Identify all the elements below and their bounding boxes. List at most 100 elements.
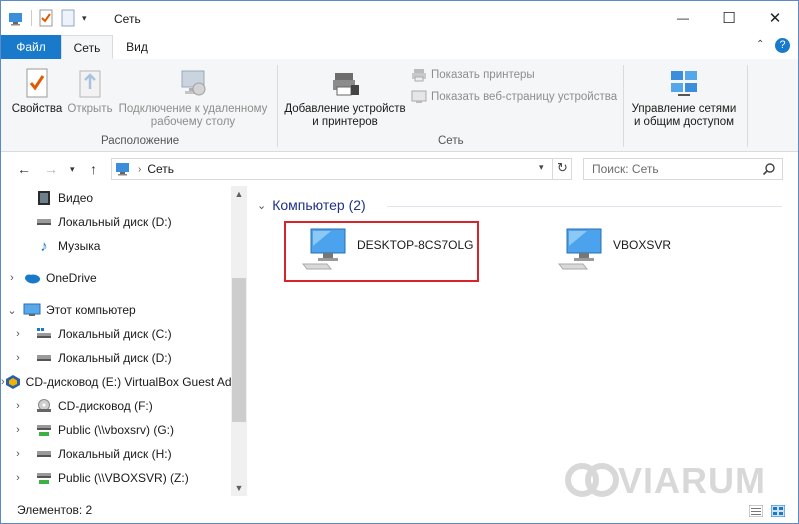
nav-label: Локальный диск (C:) [58,327,172,341]
nav-label: Public (\\VBOXSVR) (Z:) [58,471,189,485]
open-icon [79,70,101,98]
search-input[interactable]: Поиск: Сеть [592,162,762,176]
nav-scrollbar[interactable]: ▲ ▼ [231,186,247,496]
open-button[interactable]: Открыть [65,67,115,116]
address-divider [552,159,553,179]
nav-item-public-g[interactable]: › Public (\\vboxsrv) (G:) [1,419,231,441]
breadcrumb-separator-icon: › [138,163,142,175]
large-icons-view-icon[interactable] [771,505,785,517]
address-dropdown-icon[interactable]: ▾ [539,162,544,173]
remote-desktop-label-1: Подключение к удаленному [118,103,268,115]
details-view-icon[interactable] [749,505,763,517]
show-printers-label: Показать принтеры [431,69,535,81]
nav-label: Этот компьютер [46,303,136,317]
nav-item-local-disk-d[interactable]: Локальный диск (D:) [1,211,231,233]
search-icon[interactable] [762,162,776,176]
help-icon[interactable]: ? [775,38,790,53]
expand-chevron-icon[interactable]: › [1,448,35,460]
network-sharing-center-button[interactable]: Управление сетями и общим доступом [627,67,741,129]
music-icon: ♪ [40,237,48,255]
computer-item-vboxsvr[interactable]: VBOXSVR [557,226,671,270]
drive-icon [35,214,53,230]
qat-dropdown-icon[interactable]: ▾ [82,13,87,24]
add-devices-label-1: Добавление устройств [284,103,406,115]
nav-item-local-disk-h[interactable]: › Локальный диск (H:) [1,443,231,465]
tab-network[interactable]: Сеть [61,35,113,59]
address-field[interactable]: › Сеть ▾ ↻ [111,158,572,180]
show-device-page-label: Показать веб-страницу устройства [431,91,618,103]
refresh-icon[interactable]: ↻ [557,160,568,176]
drive-icon [35,350,53,366]
remote-desktop-icon [181,70,206,96]
computer-icon [23,302,41,318]
network-sharing-icon [671,71,697,96]
network-sharing-label-2: и общим доступом [633,116,735,128]
properties-icon [26,68,48,98]
close-button[interactable]: ✕ [752,1,798,35]
collapse-chevron-icon[interactable]: ⌄ [1,304,23,317]
search-box[interactable]: Поиск: Сеть [583,158,783,180]
expand-chevron-icon[interactable]: › [1,272,23,284]
cd-drive-icon [35,398,53,414]
nav-label: CD-дисковод (F:) [58,399,153,413]
nav-item-cd-drive-e[interactable]: › CD-дисковод (E:) VirtualBox Guest Addi… [1,371,231,393]
open-label: Открыть [67,103,113,115]
status-bar: Элементов: 2 [1,499,798,523]
viarum-logo-icon [565,463,619,497]
nav-label: Локальный диск (D:) [58,351,172,365]
collapse-ribbon-icon[interactable]: ⌃ [756,39,764,50]
nav-item-onedrive[interactable]: › OneDrive [1,267,231,289]
expand-chevron-icon[interactable]: › [1,352,35,364]
nav-item-cd-drive-f[interactable]: › CD-дисковод (F:) [1,395,231,417]
properties-check-icon[interactable] [38,9,54,27]
network-drive-icon [35,470,53,486]
tab-view[interactable]: Вид [115,35,159,59]
network-sharing-label-1: Управление сетями [631,103,737,115]
group-collapse-icon[interactable]: ⌄ [257,199,266,212]
nav-item-videos[interactable]: Видео [1,187,231,209]
virtualbox-cd-icon [5,374,21,390]
network-folder-icon[interactable] [7,9,25,27]
expand-chevron-icon[interactable]: › [1,472,35,484]
expand-chevron-icon[interactable]: › [1,424,35,436]
tab-file[interactable]: Файл [1,35,61,59]
nav-item-local-disk-d-2[interactable]: › Локальный диск (D:) [1,347,231,369]
properties-button[interactable]: Свойства [9,67,65,116]
minimize-button[interactable]: — [660,1,706,35]
scroll-up-icon[interactable]: ▲ [231,186,247,202]
group-header-label: Компьютер (2) [272,197,366,213]
maximize-button[interactable]: ☐ [706,1,752,35]
forward-arrow-icon[interactable]: → [44,161,58,177]
new-folder-icon[interactable] [60,9,76,27]
computer-name: VBOXSVR [613,238,672,252]
recent-locations-icon[interactable]: ▾ [70,164,75,175]
scroll-down-icon[interactable]: ▼ [231,480,247,496]
remote-desktop-button[interactable]: Подключение к удаленному рабочему столу [115,67,271,129]
up-arrow-icon[interactable]: ↑ [90,161,97,177]
nav-item-this-pc[interactable]: ⌄ Этот компьютер [1,299,231,321]
back-arrow-icon[interactable]: ← [17,161,31,177]
nav-item-public-z[interactable]: › Public (\\VBOXSVR) (Z:) [1,467,231,489]
device-webpage-icon [411,90,427,103]
nav-item-music[interactable]: ♪ Музыка [1,235,231,257]
scroll-thumb[interactable] [232,278,246,422]
watermark-text: VIARUM [618,460,766,501]
maximize-icon: ☐ [722,10,736,27]
expand-chevron-icon[interactable]: › [1,400,35,412]
show-printers-button[interactable]: Показать принтеры [411,68,535,82]
remote-desktop-label-2: рабочему столу [150,116,236,128]
nav-label: Локальный диск (D:) [58,215,172,229]
printer-icon [412,69,426,82]
expand-chevron-icon[interactable]: › [1,328,35,340]
system-drive-icon [35,326,53,342]
show-device-page-button[interactable]: Показать веб-страницу устройства [411,90,617,104]
breadcrumb-network[interactable]: Сеть [147,162,174,176]
group-label-location: Расположение [101,135,180,147]
minimize-icon: — [677,11,689,25]
close-icon: ✕ [768,10,782,27]
network-drive-icon [35,422,53,438]
nav-label: Public (\\vboxsrv) (G:) [58,423,175,437]
nav-item-local-disk-c[interactable]: › Локальный диск (C:) [1,323,231,345]
group-header-computers[interactable]: ⌄ Компьютер (2) [257,197,366,213]
add-devices-button[interactable]: Добавление устройств и принтеров [281,67,409,129]
